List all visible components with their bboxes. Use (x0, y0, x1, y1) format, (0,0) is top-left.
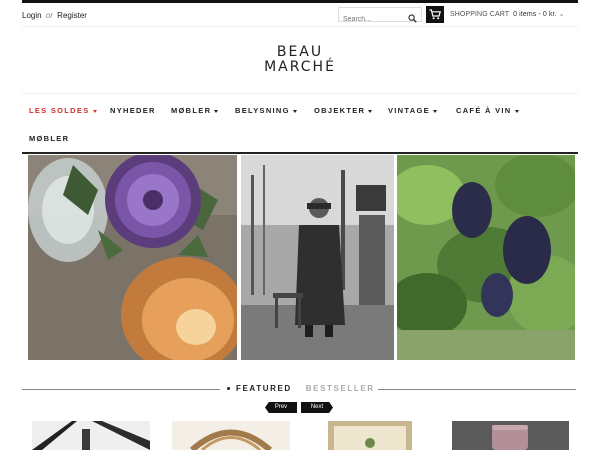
tab-bestseller[interactable]: BESTSELLER (306, 384, 375, 393)
nav-item-objekter[interactable]: OBJEKTER (314, 106, 373, 115)
main-nav: LES SOLDES NYHEDER MØBLER BELYSNING OBJE… (22, 96, 578, 152)
caret-down-icon (292, 109, 297, 113)
or-text: or (45, 11, 53, 20)
nav-item-vintage[interactable]: VINTAGE (388, 106, 437, 115)
cart-button[interactable] (426, 6, 444, 23)
nav-item-mobler[interactable]: MØBLER (171, 106, 219, 115)
register-link[interactable]: Register (57, 11, 87, 20)
login-link[interactable]: Login (22, 11, 42, 20)
product-thumbnail[interactable] (32, 421, 150, 450)
nav-label: CAFÉ À VIN (456, 106, 512, 115)
featured-rule-left (22, 389, 220, 390)
hero-image-artichoke[interactable] (28, 155, 237, 360)
logo-line-1: BEAU (276, 44, 324, 60)
featured-rule-right (378, 389, 576, 390)
search-icon[interactable] (408, 10, 417, 23)
product-thumbnail[interactable] (328, 421, 412, 450)
logo-line-2: MARCHÉ (264, 59, 336, 75)
caret-down-icon (514, 109, 519, 113)
product-thumbnail[interactable] (452, 421, 569, 450)
tab-featured[interactable]: FEATURED (236, 384, 292, 393)
dot-icon (227, 387, 230, 391)
search-box (338, 7, 422, 26)
nav-item-mobler-2[interactable]: MØBLER (29, 134, 69, 143)
site-logo[interactable]: BEAU MARCHÉ (0, 45, 600, 75)
nav-label: BELYSNING (235, 106, 290, 115)
product-carousel (30, 421, 570, 450)
chevron-down-icon: ⌄ (558, 11, 565, 18)
search-input[interactable] (339, 13, 405, 26)
caret-down-icon (214, 109, 219, 113)
caret-down-icon (368, 109, 373, 113)
nav-label: NYHEDER (110, 106, 156, 115)
hero-image-grapes[interactable] (397, 155, 575, 360)
prev-button[interactable]: Prev (265, 402, 297, 413)
caret-down-icon (92, 109, 97, 113)
hero-image-workshop[interactable] (241, 155, 394, 360)
nav-item-cafe-a-vin[interactable]: CAFÉ À VIN (456, 106, 519, 115)
caret-down-icon (432, 109, 437, 113)
nav-label: MØBLER (171, 106, 212, 115)
divider (22, 26, 578, 27)
cart-label: SHOPPING CART (450, 11, 510, 18)
divider (22, 93, 578, 94)
nav-item-les-soldes[interactable]: LES SOLDES (29, 106, 97, 115)
cart-icon (429, 9, 441, 20)
nav-label: MØBLER (29, 134, 70, 143)
top-rule (22, 0, 578, 3)
nav-item-belysning[interactable]: BELYSNING (235, 106, 297, 115)
featured-tabs: FEATURED BESTSELLER (22, 383, 578, 397)
next-button[interactable]: Next (301, 402, 333, 413)
product-thumbnail[interactable] (172, 421, 290, 450)
featured-tab-labels: FEATURED BESTSELLER (227, 384, 375, 393)
nav-label: LES SOLDES (29, 106, 90, 115)
nav-label: OBJEKTER (314, 106, 366, 115)
nav-label: VINTAGE (388, 106, 430, 115)
auth-links: Login or Register (22, 11, 87, 20)
cart-summary[interactable]: SHOPPING CART 0 items - 0 kr. ⌄ (450, 10, 565, 18)
hero-banner[interactable] (28, 155, 575, 360)
cart-items: 0 items - 0 kr. (513, 11, 557, 18)
nav-item-nyheder[interactable]: NYHEDER (110, 106, 156, 115)
hero-top-rule (22, 152, 578, 154)
